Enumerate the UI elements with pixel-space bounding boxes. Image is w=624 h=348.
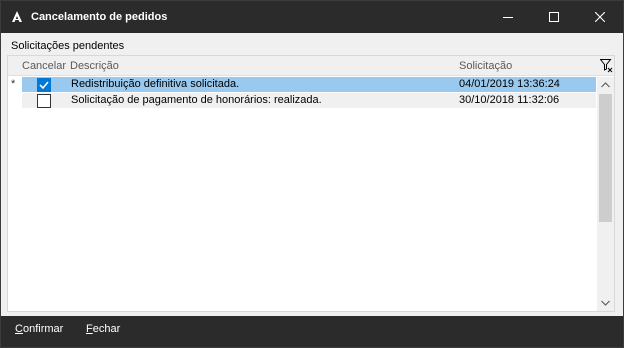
scroll-down-button[interactable] bbox=[597, 295, 614, 311]
column-header-cancel[interactable]: Cancelar bbox=[22, 60, 66, 72]
cancel-checkbox[interactable] bbox=[37, 78, 51, 92]
window-title: Cancelamento de pedidos bbox=[31, 11, 168, 23]
vertical-scrollbar[interactable] bbox=[597, 77, 614, 311]
cell-request-date: 30/10/2018 11:32:06 bbox=[459, 94, 560, 106]
row-indicator: * bbox=[11, 78, 16, 90]
scrollbar-thumb[interactable] bbox=[599, 94, 612, 222]
window: Cancelamento de pedidos Solicitações pen… bbox=[0, 0, 624, 348]
cell-description: Redistribuição definitiva solicitada. bbox=[71, 78, 240, 90]
checkmark-icon bbox=[39, 81, 49, 90]
title-bar[interactable]: Cancelamento de pedidos bbox=[1, 1, 623, 33]
maximize-icon bbox=[549, 12, 559, 22]
close-icon bbox=[595, 12, 605, 22]
chevron-up-icon bbox=[601, 82, 610, 88]
footer-toolbar: Confirmar Fechar bbox=[1, 316, 623, 347]
scroll-up-button[interactable] bbox=[597, 77, 614, 93]
section-label: Solicitações pendentes bbox=[11, 40, 125, 52]
column-header-description[interactable]: Descrição bbox=[70, 60, 119, 72]
minimize-icon bbox=[503, 17, 513, 18]
close-dialog-button[interactable]: Fechar bbox=[86, 323, 120, 335]
maximize-button[interactable] bbox=[531, 1, 577, 33]
filter-icon bbox=[599, 59, 612, 73]
confirm-button[interactable]: Confirmar bbox=[15, 323, 63, 335]
requests-grid: Cancelar Descrição Solicitação * Redistr… bbox=[7, 55, 615, 312]
minimize-button[interactable] bbox=[485, 1, 531, 33]
cell-description: Solicitação de pagamento de honorários: … bbox=[71, 94, 322, 106]
window-controls bbox=[485, 1, 623, 33]
close-button[interactable] bbox=[577, 1, 623, 33]
content-area: Solicitações pendentes Cancelar Descriçã… bbox=[1, 33, 623, 316]
cell-request-date: 04/01/2019 13:36:24 bbox=[459, 78, 560, 90]
filter-button[interactable] bbox=[598, 57, 614, 75]
column-header-request[interactable]: Solicitação bbox=[459, 60, 512, 72]
table-row[interactable]: * Redistribuição definitiva solicitada. … bbox=[8, 77, 596, 92]
table-row[interactable]: Solicitação de pagamento de honorários: … bbox=[8, 93, 596, 108]
cancel-checkbox[interactable] bbox=[37, 94, 51, 108]
app-logo-icon bbox=[9, 9, 25, 25]
chevron-down-icon bbox=[601, 300, 610, 306]
grid-header: Cancelar Descrição Solicitação bbox=[8, 56, 614, 76]
